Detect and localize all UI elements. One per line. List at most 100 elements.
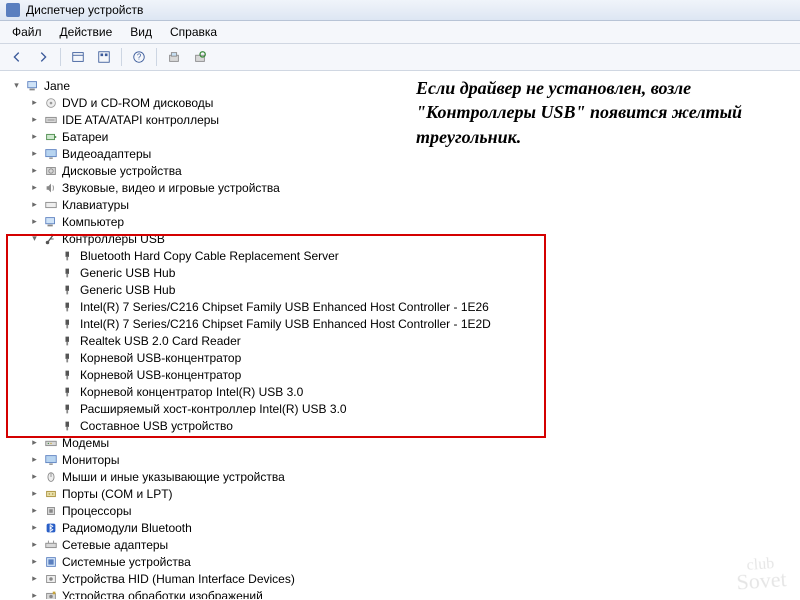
menu-action-label: Действие: [60, 25, 113, 39]
expand-spacer: [47, 267, 58, 278]
network-icon: [43, 538, 59, 552]
menu-action[interactable]: Действие: [52, 23, 121, 41]
port-icon: [43, 487, 59, 501]
collapse-icon[interactable]: ▾: [29, 233, 40, 244]
tree-node-cat-5[interactable]: ▸Звуковые, видео и игровые устройства: [4, 179, 800, 196]
toolbar: ?: [0, 44, 800, 71]
expand-icon[interactable]: ▸: [29, 199, 40, 210]
tree-node-cat-9[interactable]: ▸ Модемы: [4, 434, 800, 451]
expand-icon[interactable]: ▸: [29, 556, 40, 567]
tree-node-cat-11[interactable]: ▸Мыши и иные указывающие устройства: [4, 468, 800, 485]
expand-spacer: [47, 250, 58, 261]
tree-node-usb-4[interactable]: Intel(R) 7 Series/C216 Chipset Family US…: [4, 315, 800, 332]
expand-icon[interactable]: ▸: [29, 573, 40, 584]
usb-device-icon: [61, 283, 77, 297]
menu-file[interactable]: Файл: [4, 23, 50, 41]
menubar: Файл Действие Вид Справка: [0, 21, 800, 44]
sound-icon: [43, 181, 59, 195]
view-button[interactable]: [93, 47, 115, 67]
tree-node-usb-6[interactable]: Корневой USB-концентратор: [4, 349, 800, 366]
tree-node-label: Bluetooth Hard Copy Cable Replacement Se…: [80, 249, 339, 263]
tree-node-cat-4[interactable]: ▸ Дисковые устройства: [4, 162, 800, 179]
expand-icon[interactable]: ▸: [29, 114, 40, 125]
tree-node-label: Мониторы: [62, 453, 119, 467]
expand-icon[interactable]: ▸: [29, 165, 40, 176]
forward-button[interactable]: [32, 47, 54, 67]
usb-device-icon: [61, 266, 77, 280]
tree-node-usb-3[interactable]: Intel(R) 7 Series/C216 Chipset Family US…: [4, 298, 800, 315]
expand-icon[interactable]: ▸: [29, 522, 40, 533]
expand-icon[interactable]: ▸: [29, 471, 40, 482]
tree-node-label: Generic USB Hub: [80, 266, 175, 280]
tree-node-cat-8[interactable]: ▾ Контроллеры USB: [4, 230, 800, 247]
expand-icon[interactable]: ▸: [29, 590, 40, 599]
expand-icon[interactable]: ▸: [29, 216, 40, 227]
disk-icon: [43, 164, 59, 178]
show-hidden-button[interactable]: [67, 47, 89, 67]
computer-root-icon: [25, 79, 41, 93]
expand-icon[interactable]: ▸: [29, 539, 40, 550]
tree-node-usb-0[interactable]: Bluetooth Hard Copy Cable Replacement Se…: [4, 247, 800, 264]
help-button[interactable]: ?: [128, 47, 150, 67]
usb-icon: [43, 232, 59, 246]
tree-node-label: Устройства обработки изображений: [62, 589, 263, 600]
tree-node-label: Процессоры: [62, 504, 132, 518]
tree-node-label: Корневой концентратор Intel(R) USB 3.0: [80, 385, 303, 399]
tree-node-label: Дисковые устройства: [62, 164, 182, 178]
tree-node-label: Intel(R) 7 Series/C216 Chipset Family US…: [80, 300, 489, 314]
tree-node-cat-7[interactable]: ▸Компьютер: [4, 213, 800, 230]
menu-view[interactable]: Вид: [122, 23, 160, 41]
scan-hardware-button[interactable]: [163, 47, 185, 67]
expand-icon[interactable]: ▸: [29, 488, 40, 499]
tree-node-cat-16[interactable]: ▸Системные устройства: [4, 553, 800, 570]
expand-spacer: [47, 318, 58, 329]
system-icon: [43, 555, 59, 569]
hid-icon: [43, 572, 59, 586]
expand-icon[interactable]: ▸: [29, 148, 40, 159]
back-button[interactable]: [6, 47, 28, 67]
separator: [60, 48, 61, 66]
usb-device-icon: [61, 351, 77, 365]
imaging-icon: [43, 589, 59, 600]
expand-icon[interactable]: ▸: [29, 505, 40, 516]
menu-help[interactable]: Справка: [162, 23, 225, 41]
tree-node-usb-7[interactable]: Корневой USB-концентратор: [4, 366, 800, 383]
tree-node-cat-17[interactable]: ▸Устройства HID (Human Interface Devices…: [4, 570, 800, 587]
tree-node-usb-5[interactable]: Realtek USB 2.0 Card Reader: [4, 332, 800, 349]
expand-spacer: [47, 369, 58, 380]
tree-node-cat-18[interactable]: ▸ Устройства обработки изображений: [4, 587, 800, 599]
usb-device-icon: [61, 334, 77, 348]
tree-node-usb-10[interactable]: Составное USB устройство: [4, 417, 800, 434]
keyboard-icon: [43, 198, 59, 212]
collapse-icon[interactable]: ▾: [11, 80, 22, 91]
tree-node-cat-6[interactable]: ▸ Клавиатуры: [4, 196, 800, 213]
expand-spacer: [47, 284, 58, 295]
monitor-icon: [43, 453, 59, 467]
tree-node-cat-14[interactable]: ▸Радиомодули Bluetooth: [4, 519, 800, 536]
tree-node-usb-2[interactable]: Generic USB Hub: [4, 281, 800, 298]
usb-device-icon: [61, 385, 77, 399]
usb-device-icon: [61, 402, 77, 416]
tree-node-label: Клавиатуры: [62, 198, 129, 212]
tree-node-cat-13[interactable]: ▸ Процессоры: [4, 502, 800, 519]
expand-icon[interactable]: ▸: [29, 437, 40, 448]
tree-node-cat-10[interactable]: ▸ Мониторы: [4, 451, 800, 468]
tree-node-label: Модемы: [62, 436, 109, 450]
tree-node-label: Intel(R) 7 Series/C216 Chipset Family US…: [80, 317, 491, 331]
tree-node-usb-1[interactable]: Generic USB Hub: [4, 264, 800, 281]
expand-icon[interactable]: ▸: [29, 454, 40, 465]
tree-node-cat-15[interactable]: ▸Сетевые адаптеры: [4, 536, 800, 553]
usb-device-icon: [61, 368, 77, 382]
mouse-icon: [43, 470, 59, 484]
scan-changes-button[interactable]: [189, 47, 211, 67]
expand-icon[interactable]: ▸: [29, 97, 40, 108]
expand-spacer: [47, 352, 58, 363]
tree-node-label: Контроллеры USB: [62, 232, 165, 246]
tree-node-usb-8[interactable]: Корневой концентратор Intel(R) USB 3.0: [4, 383, 800, 400]
tree-node-usb-9[interactable]: Расширяемый хост-контроллер Intel(R) USB…: [4, 400, 800, 417]
expand-icon[interactable]: ▸: [29, 131, 40, 142]
tree-node-cat-12[interactable]: ▸Порты (COM и LPT): [4, 485, 800, 502]
device-tree[interactable]: ▾Jane▸DVD и CD-ROM дисководы▸IDE ATA/ATA…: [0, 71, 800, 599]
usb-device-icon: [61, 249, 77, 263]
expand-icon[interactable]: ▸: [29, 182, 40, 193]
